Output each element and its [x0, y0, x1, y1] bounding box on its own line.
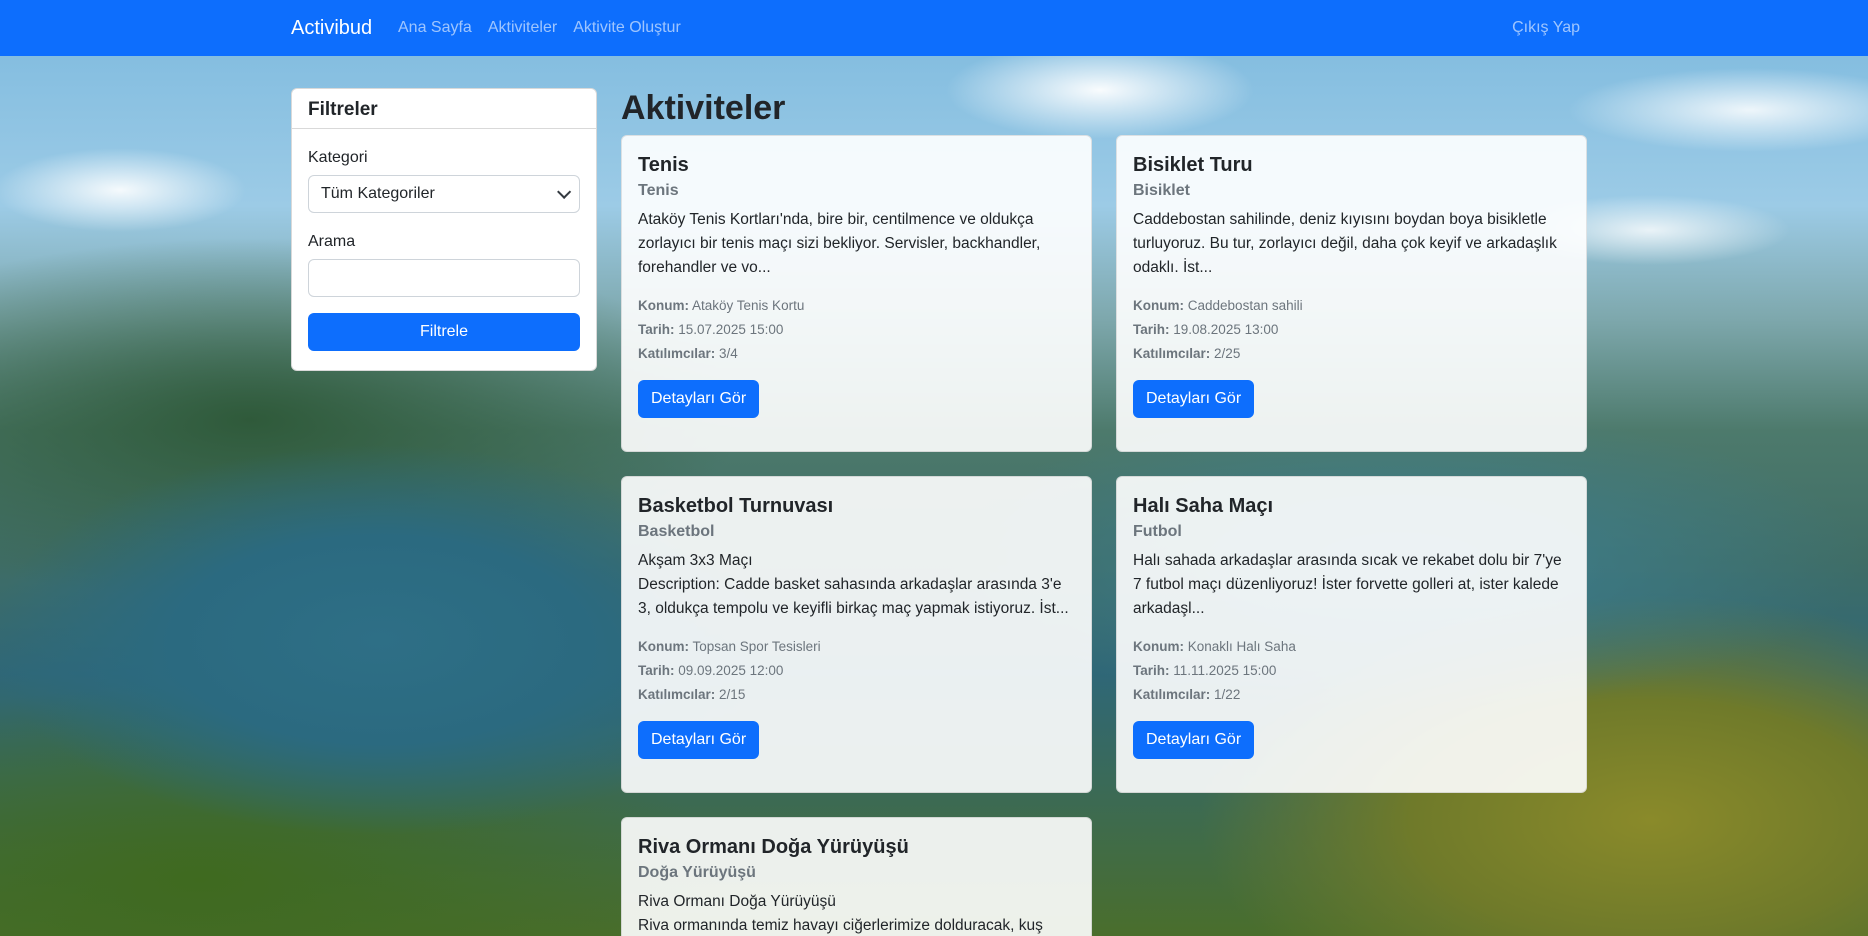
participants-label: Katılımcılar:	[638, 346, 716, 361]
participants-label: Katılımcılar:	[1133, 687, 1211, 702]
chevron-down-icon	[557, 184, 572, 199]
activity-category: Futbol	[1133, 523, 1182, 540]
date-value: 19.08.2025 13:00	[1173, 322, 1279, 337]
date-label: Tarih:	[1133, 663, 1170, 678]
activity-participants: Katılımcılar: 3/4	[638, 342, 1075, 366]
activity-description: Halı sahada arkadaşlar arasında sıcak ve…	[1133, 552, 1562, 617]
filter-panel: Filtreler Kategori Tüm Kategoriler Arama…	[291, 88, 597, 371]
activity-participants: Katılımcılar: 1/22	[1133, 683, 1570, 707]
location-label: Konum:	[638, 298, 689, 313]
location-value: Konaklı Halı Saha	[1187, 639, 1296, 654]
activity-location: Konum: Topsan Spor Tesisleri	[638, 635, 1075, 659]
participants-value: 1/22	[1214, 687, 1241, 702]
brand-logo[interactable]: Activibud	[291, 16, 372, 40]
location-label: Konum:	[638, 639, 689, 654]
date-value: 11.11.2025 15:00	[1173, 663, 1277, 678]
activity-description: Caddebostan sahilinde, deniz kıyısını bo…	[1133, 211, 1557, 276]
participants-label: Katılımcılar:	[1133, 346, 1211, 361]
activity-date: Tarih: 11.11.2025 15:00	[1133, 659, 1570, 683]
activity-category: Basketbol	[638, 523, 715, 540]
nav-links: Ana Sayfa Aktiviteler Aktivite Oluştur	[398, 18, 681, 38]
location-label: Konum:	[1133, 639, 1184, 654]
activity-title: Bisiklet Turu	[1133, 154, 1253, 176]
details-button[interactable]: Detayları Gör	[638, 721, 760, 759]
nav-link-activities[interactable]: Aktiviteler	[488, 18, 557, 38]
participants-label: Katılımcılar:	[638, 687, 716, 702]
filter-panel-header: Filtreler	[292, 89, 596, 129]
location-value: Caddebostan sahili	[1187, 298, 1303, 313]
activity-date: Tarih: 09.09.2025 12:00	[638, 659, 1075, 683]
activity-card: Riva Ormanı Doğa Yürüyüşü Doğa Yürüyüşü …	[621, 817, 1092, 936]
location-value: Ataköy Tenis Kortu	[692, 298, 805, 313]
activity-category: Doğa Yürüyüşü	[638, 864, 756, 881]
category-select-value: Tüm Kategoriler	[321, 185, 435, 202]
activity-category: Tenis	[638, 182, 679, 199]
logout-link[interactable]: Çıkış Yap	[1512, 18, 1580, 38]
participants-value: 2/25	[1214, 346, 1241, 361]
nav-link-home[interactable]: Ana Sayfa	[398, 18, 472, 38]
activity-card: Basketbol Turnuvası Basketbol Akşam 3x3 …	[621, 476, 1092, 793]
participants-value: 3/4	[719, 346, 738, 361]
activity-participants: Katılımcılar: 2/25	[1133, 342, 1570, 366]
location-value: Topsan Spor Tesisleri	[692, 639, 821, 654]
date-value: 09.09.2025 12:00	[678, 663, 784, 678]
navbar: Activibud Ana Sayfa Aktiviteler Aktivite…	[0, 0, 1868, 56]
activity-card: Bisiklet Turu Bisiklet Caddebostan sahil…	[1116, 135, 1587, 452]
activity-description: Akşam 3x3 Maçı Description: Cadde basket…	[638, 552, 1069, 617]
category-select[interactable]: Tüm Kategoriler	[308, 175, 580, 213]
page-title: Aktiviteler	[621, 89, 786, 127]
nav-link-create-activity[interactable]: Aktivite Oluştur	[573, 18, 681, 38]
details-button[interactable]: Detayları Gör	[1133, 380, 1255, 418]
search-input[interactable]	[308, 259, 580, 297]
filter-button[interactable]: Filtrele	[308, 313, 580, 351]
category-label: Kategori	[308, 149, 368, 166]
activity-location: Konum: Konaklı Halı Saha	[1133, 635, 1570, 659]
details-button[interactable]: Detayları Gör	[638, 380, 760, 418]
activity-description: Ataköy Tenis Kortları'nda, bire bir, cen…	[638, 211, 1041, 276]
activity-date: Tarih: 19.08.2025 13:00	[1133, 318, 1570, 342]
search-label: Arama	[308, 233, 356, 250]
activity-description: Riva Ormanı Doğa Yürüyüşü Riva ormanında…	[638, 893, 1043, 934]
participants-value: 2/15	[719, 687, 746, 702]
activity-title: Riva Ormanı Doğa Yürüyüşü	[638, 836, 909, 858]
date-label: Tarih:	[1133, 322, 1170, 337]
activity-card: Tenis Tenis Ataköy Tenis Kortları'nda, b…	[621, 135, 1092, 452]
activity-location: Konum: Ataköy Tenis Kortu	[638, 294, 1075, 318]
date-label: Tarih:	[638, 663, 675, 678]
activity-title: Tenis	[638, 154, 689, 176]
location-label: Konum:	[1133, 298, 1184, 313]
activity-date: Tarih: 15.07.2025 15:00	[638, 318, 1075, 342]
activity-participants: Katılımcılar: 2/15	[638, 683, 1075, 707]
activity-location: Konum: Caddebostan sahili	[1133, 294, 1570, 318]
date-value: 15.07.2025 15:00	[678, 322, 784, 337]
activity-category: Bisiklet	[1133, 182, 1190, 199]
details-button[interactable]: Detayları Gör	[1133, 721, 1255, 759]
activity-title: Basketbol Turnuvası	[638, 495, 834, 517]
date-label: Tarih:	[638, 322, 675, 337]
activity-card: Halı Saha Maçı Futbol Halı sahada arkada…	[1116, 476, 1587, 793]
activity-title: Halı Saha Maçı	[1133, 495, 1274, 517]
